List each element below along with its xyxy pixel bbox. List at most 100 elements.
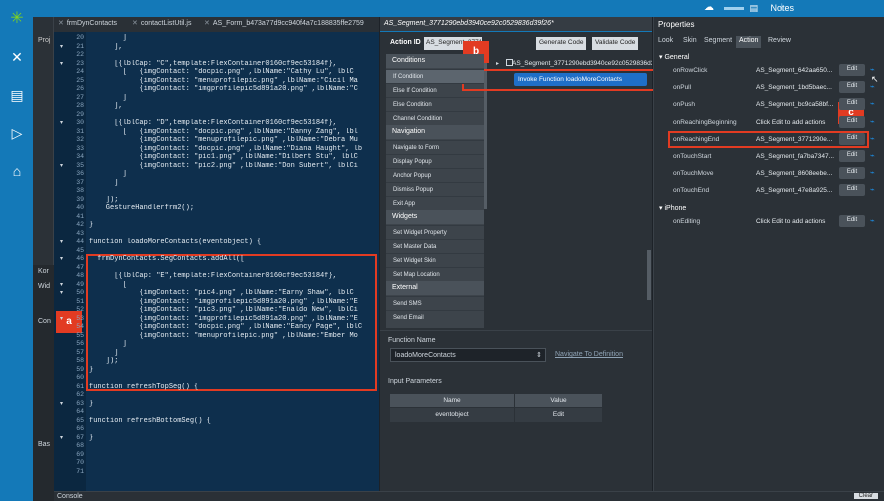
palette-item[interactable]: Send Email xyxy=(386,310,484,324)
iphone-section[interactable]: ▾ iPhone xyxy=(659,204,686,212)
code-line[interactable]: {imgContact: "docpic.png" ,lblName:"Dian… xyxy=(89,145,375,153)
fold-toggle-icon[interactable]: ▾ xyxy=(60,119,63,126)
code-line[interactable]: {imgContact: "menuprofilepic.png" ,lblNa… xyxy=(89,332,375,340)
tab-look[interactable]: Look xyxy=(655,36,676,48)
code-line[interactable]: ]); xyxy=(89,357,375,365)
code-line[interactable]: ], xyxy=(89,43,375,51)
fold-toggle-icon[interactable]: ▾ xyxy=(60,238,63,245)
edit-button[interactable]: Edit xyxy=(839,115,865,128)
general-section[interactable]: ▾ General xyxy=(659,53,689,61)
action-canvas[interactable] xyxy=(487,54,651,328)
download-icon[interactable]: ⤓ xyxy=(780,2,784,13)
palette-item[interactable]: Exit App xyxy=(386,196,484,210)
code-line[interactable]: [{lblCap: "E",template:FlexContainer0160… xyxy=(89,272,375,280)
edit-button[interactable]: Edit xyxy=(839,184,865,197)
palette-item[interactable]: Anchor Popup xyxy=(386,168,484,182)
tab-review[interactable]: Review xyxy=(765,36,794,48)
edit-button[interactable]: Edit xyxy=(839,64,865,76)
code-line[interactable]: function loadoMoreContacts(eventobject) … xyxy=(89,238,375,246)
code-line[interactable]: {imgContact: "imgprofilepic5d891a20.png"… xyxy=(89,298,375,306)
palette-item[interactable]: Display Popup xyxy=(386,154,484,168)
link-icon[interactable]: ⌁ xyxy=(870,99,875,108)
edit-button[interactable]: Edit xyxy=(839,167,865,180)
palette-header-external[interactable]: External xyxy=(386,281,484,295)
code-line[interactable]: ] xyxy=(89,340,375,348)
kony-logo-icon[interactable]: ✳ xyxy=(7,9,27,29)
edit-button[interactable]: Edit xyxy=(839,98,865,111)
tab-frmdyncontacts[interactable]: ✕ frmDynContacts xyxy=(58,19,117,31)
code-line[interactable]: {imgContact: "imgprofilepic5d891a20.png"… xyxy=(89,315,375,323)
code-line[interactable]: ] xyxy=(89,170,375,178)
code-line[interactable]: GestureHandlerfrm2(); xyxy=(89,204,375,212)
function-name-select[interactable]: loadoMoreContacts ⇕ xyxy=(390,348,546,362)
document-icon[interactable]: ▤ xyxy=(7,85,27,105)
close-icon[interactable]: ✕ xyxy=(132,20,138,27)
link-icon[interactable]: ⌁ xyxy=(870,65,875,74)
code-line[interactable]: [ {imgContact: "docpic.png" ,lblName:"Ca… xyxy=(89,68,375,76)
link-icon[interactable]: ⌁ xyxy=(870,134,875,143)
edit-button[interactable]: Edit xyxy=(839,150,865,162)
link-icon[interactable]: ⌁ xyxy=(870,82,875,91)
tools-icon[interactable]: ✕ xyxy=(7,47,27,67)
code-line[interactable]: {imgContact: "docpic.png" ,lblName:"Eanc… xyxy=(89,323,375,331)
tab-contactlistutil[interactable]: ✕ contactListUtil.js xyxy=(132,19,191,31)
segment-node-label[interactable]: AS_Segment_3771290ebd3940ce92c0529836d39… xyxy=(512,60,652,67)
code-line[interactable]: frmDynContacts.SegContacts.addAll([ xyxy=(89,255,375,263)
palette-item[interactable]: Set Widget Property xyxy=(386,225,484,239)
link-icon[interactable]: ⌁ xyxy=(870,216,875,225)
palette-item[interactable]: Send SMS xyxy=(386,296,484,310)
code-line[interactable]: {imgContact: "pic3.png" ,lblName:"Enaldo… xyxy=(89,306,375,314)
palette-item[interactable]: Navigate to Form xyxy=(386,140,484,154)
link-icon[interactable]: ⌁ xyxy=(870,185,875,194)
code-line[interactable]: {imgContact: "pic4.png" ,lblName:"Earny … xyxy=(89,289,375,297)
edit-button[interactable]: Edit xyxy=(839,132,865,145)
cloud-icon[interactable]: ☁ xyxy=(704,2,714,13)
close-icon[interactable]: ✕ xyxy=(204,20,210,27)
close-icon[interactable]: ✕ xyxy=(58,20,64,27)
tab-action[interactable]: Action xyxy=(736,36,762,48)
palette-item[interactable]: Set Widget Skin xyxy=(386,253,484,267)
code-line[interactable]: {imgContact: "menuprofilepic.png" ,lblNa… xyxy=(89,136,375,144)
link-icon[interactable]: ⌁ xyxy=(870,151,875,160)
fold-toggle-icon[interactable]: ▾ xyxy=(60,400,63,407)
palette-item[interactable]: Else If Condition xyxy=(386,83,484,97)
table-cell-edit[interactable]: Edit xyxy=(515,408,602,422)
palette-item[interactable]: Channel Condition xyxy=(386,111,484,125)
tab-as-form[interactable]: ✕ AS_Form_b473a77d9cc940f4a7c188835ffe275… xyxy=(204,19,364,31)
code-line[interactable]: } xyxy=(89,366,375,374)
code-line[interactable]: {imgContact: "pic1.png" ,lblName:"Dilber… xyxy=(89,153,375,161)
palette-item[interactable]: Dismiss Popup xyxy=(386,182,484,196)
fold-toggle-icon[interactable]: ▾ xyxy=(60,60,63,67)
fold-toggle-icon[interactable]: ▾ xyxy=(60,315,63,322)
navigate-to-definition-link[interactable]: Navigate To Definition xyxy=(555,351,623,358)
code-line[interactable]: [{lblCap: "C",template:FlexContainer0160… xyxy=(89,60,375,68)
code-line[interactable]: ] xyxy=(89,179,375,187)
code-line[interactable]: [ {imgContact: "docpic.png" ,lblName:"Da… xyxy=(89,128,375,136)
code-line[interactable]: [{lblCap: "D",template:FlexContainer0160… xyxy=(89,119,375,127)
generate-code-button[interactable]: Generate Code xyxy=(536,37,587,50)
code-line[interactable]: [ xyxy=(89,281,375,289)
clear-button[interactable]: Clear xyxy=(853,493,878,499)
code-line[interactable]: } xyxy=(89,400,375,408)
code-line[interactable]: ], xyxy=(89,102,375,110)
link-icon[interactable]: ⌁ xyxy=(870,117,875,126)
canvas-scrollbar[interactable] xyxy=(647,250,651,300)
palette-header-navigation[interactable]: Navigation xyxy=(386,125,484,139)
code-line[interactable]: function refreshTopSeg() { xyxy=(89,383,375,391)
code-line[interactable]: {imgContact: "pic2.png" ,lblName:"Don Su… xyxy=(89,162,375,170)
fold-toggle-icon[interactable]: ▾ xyxy=(60,281,63,288)
code-line[interactable]: ] xyxy=(89,34,375,42)
validate-code-button[interactable]: Validate Code xyxy=(592,37,639,50)
palette-item[interactable]: Else Condition xyxy=(386,97,484,111)
code-line[interactable]: ]); xyxy=(89,196,375,204)
palette-item[interactable]: If Condition xyxy=(386,69,484,83)
fold-toggle-icon[interactable]: ▾ xyxy=(60,162,63,169)
palette-header-conditions[interactable]: Conditions xyxy=(386,54,484,68)
fold-toggle-icon[interactable]: ▾ xyxy=(60,289,63,296)
fold-toggle-icon[interactable]: ▾ xyxy=(60,434,63,441)
code-line[interactable]: } xyxy=(89,434,375,442)
code-line[interactable]: {imgContact: "imgprofilepic5d891a20.png"… xyxy=(89,85,375,93)
code-line[interactable]: function refreshBottomSeg() { xyxy=(89,417,375,425)
code-line[interactable]: ] xyxy=(89,349,375,357)
code-line[interactable]: } xyxy=(89,221,375,229)
